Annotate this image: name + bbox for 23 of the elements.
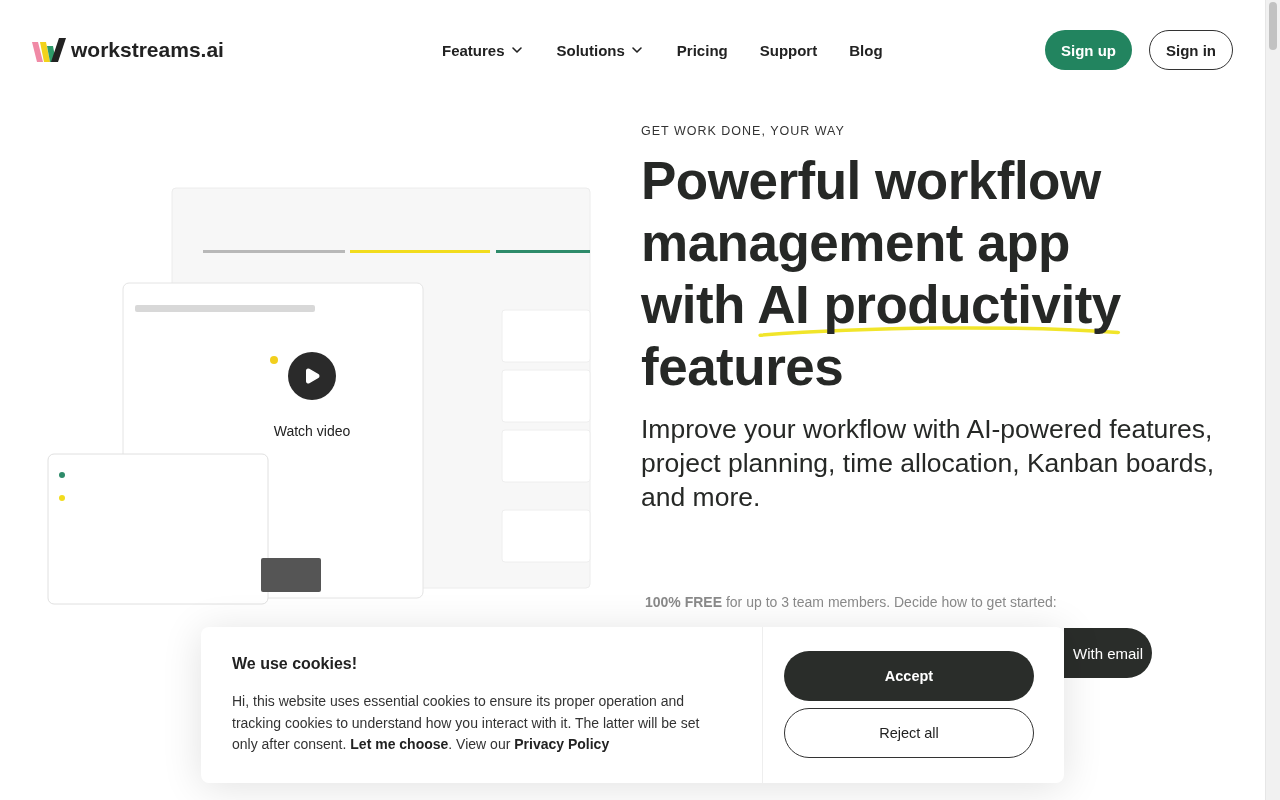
- play-icon: [303, 367, 321, 385]
- scrollbar[interactable]: [1265, 0, 1280, 800]
- logo-text[interactable]: workstreams.ai: [71, 38, 224, 62]
- hero-subheading: Improve your workflow with AI-powered features, project planning, time allocation, Kanban boards, and more.: [641, 413, 1216, 514]
- signin-button[interactable]: Sign in: [1149, 30, 1233, 70]
- nav-link[interactable]: Blog: [849, 41, 883, 59]
- nav-link[interactable]: Support: [759, 41, 818, 59]
- cookie-text: Hi, this website uses essential cookies to ensure its proper operation and tracking cookies to understand how you interact with it. The latter will be set only after consent. Let me choose. View our Privacy Policy: [232, 692, 701, 754]
- cookie-link[interactable]: Let me choose: [350, 736, 449, 752]
- accept-button[interactable]: Accept: [784, 651, 1034, 701]
- email-signup-button[interactable]: With email: [1064, 628, 1152, 678]
- logo-icon: [32, 36, 66, 64]
- signup-button[interactable]: Sign up: [1045, 30, 1132, 70]
- scrollbar-thumb[interactable]: [1269, 2, 1277, 50]
- nav-link[interactable]: Pricing: [676, 41, 728, 59]
- reject-button[interactable]: Reject all: [784, 708, 1034, 758]
- pricing-note: 100% FREE for up to 3 team members. Decide how to get started:: [645, 594, 1058, 610]
- eyebrow-text: GET WORK DONE, YOUR WAY: [641, 124, 846, 138]
- nav-link[interactable]: Features: [442, 41, 525, 59]
- cookie-title: We use cookies!: [232, 655, 359, 673]
- nav-link[interactable]: Solutions: [556, 41, 645, 59]
- cookie-link[interactable]: Privacy Policy: [514, 736, 610, 752]
- hero-headline: Powerful workflow management app with AI productivity features: [641, 150, 1122, 398]
